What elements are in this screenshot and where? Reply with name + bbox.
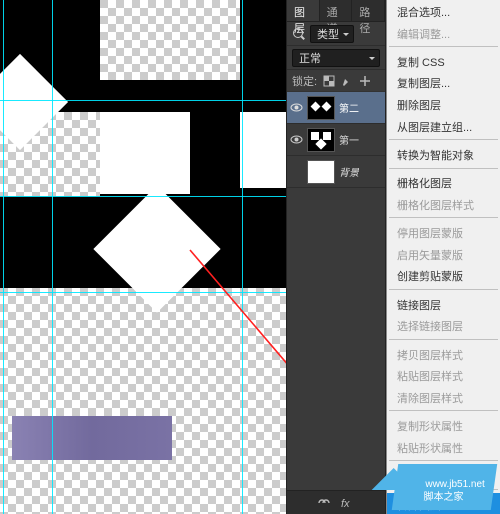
tab-layers[interactable]: 图层 [287,0,320,21]
menu-item[interactable]: 链接图层 [387,293,500,315]
layer-row[interactable]: 第二 [287,92,385,124]
menu-item: 栅格化图层样式 [387,193,500,215]
guide-horizontal [0,100,286,101]
menu-separator [389,46,498,47]
watermark-url: www.jb51.net [425,478,484,491]
menu-separator [389,289,498,290]
menu-item: 复制形状属性 [387,414,500,436]
fx-icon[interactable]: fx [340,497,356,509]
search-icon [292,27,306,41]
gradient-block [12,416,172,460]
blend-mode-select[interactable]: 正常 [292,49,380,67]
layer-row[interactable]: 背景 [287,156,385,188]
menu-item[interactable]: 混合选项... [387,0,500,22]
panel-footer: fx [287,490,385,514]
menu-item: 停用图层蒙版 [387,221,500,243]
layer-thumb [307,128,335,152]
guide-horizontal [0,196,286,197]
menu-item: 清除图层样式 [387,386,500,408]
menu-item[interactable]: 复制图层... [387,71,500,93]
menu-item: 选择链接图层 [387,314,500,336]
lock-transparency-icon[interactable] [323,75,335,87]
layer-filter-row: 类型 [287,22,385,46]
lock-row: 锁定: [287,70,385,92]
menu-item: 编辑调整... [387,22,500,44]
menu-item: 拷贝图层样式 [387,343,500,365]
black-block [0,196,100,288]
filter-type-select[interactable]: 类型 [310,25,354,43]
menu-separator [389,217,498,218]
menu-item: 粘贴图层样式 [387,364,500,386]
lock-label: 锁定: [292,73,317,89]
white-block [240,112,286,188]
menu-item[interactable]: 复制 CSS [387,50,500,72]
guide-vertical [3,0,4,514]
transparency-area [100,0,240,80]
menu-separator [389,339,498,340]
link-icon[interactable] [316,497,332,509]
menu-item[interactable]: 转换为智能对象 [387,143,500,165]
panel-tabs: 图层 通道 路径 [287,0,385,22]
layers-list: 第二 第一 背景 [287,92,385,490]
visibility-icon[interactable] [290,133,303,146]
menu-item: 启用矢量蒙版 [387,243,500,265]
menu-separator [389,410,498,411]
document-canvas[interactable] [0,0,286,514]
lock-position-icon[interactable] [359,75,371,87]
guide-horizontal [0,292,286,293]
white-block [100,112,190,194]
context-menu: 混合选项...编辑调整... 复制 CSS复制图层...删除图层从图层建立组...… [386,0,500,514]
menu-item[interactable]: 删除图层 [387,93,500,115]
watermark-text: 脚本之家 [423,491,482,504]
blend-mode-row: 正常 [287,46,385,70]
menu-separator [389,168,498,169]
tab-paths[interactable]: 路径 [352,0,385,21]
layer-name: 第一 [339,132,359,147]
layer-row[interactable]: 第一 [287,124,385,156]
layer-name: 第二 [339,100,359,115]
transparency-area [0,288,286,514]
menu-item[interactable]: 创建剪贴蒙版 [387,264,500,286]
guide-vertical [242,0,243,514]
watermark-badge: www.jb51.net 脚本之家 [391,464,497,510]
layer-thumb [307,96,335,120]
lock-paint-icon[interactable] [341,75,353,87]
layers-panel: 图层 通道 路径 类型 正常 锁定: 第二 第一 [286,0,386,514]
tab-channels[interactable]: 通道 [320,0,353,21]
svg-text:fx: fx [341,498,350,509]
layer-thumb [307,160,335,184]
guide-vertical [52,0,53,514]
menu-item[interactable]: 栅格化图层 [387,171,500,193]
layer-name: 背景 [339,164,359,179]
menu-separator [389,139,498,140]
menu-item[interactable]: 从图层建立组... [387,115,500,137]
visibility-icon[interactable] [290,101,303,114]
